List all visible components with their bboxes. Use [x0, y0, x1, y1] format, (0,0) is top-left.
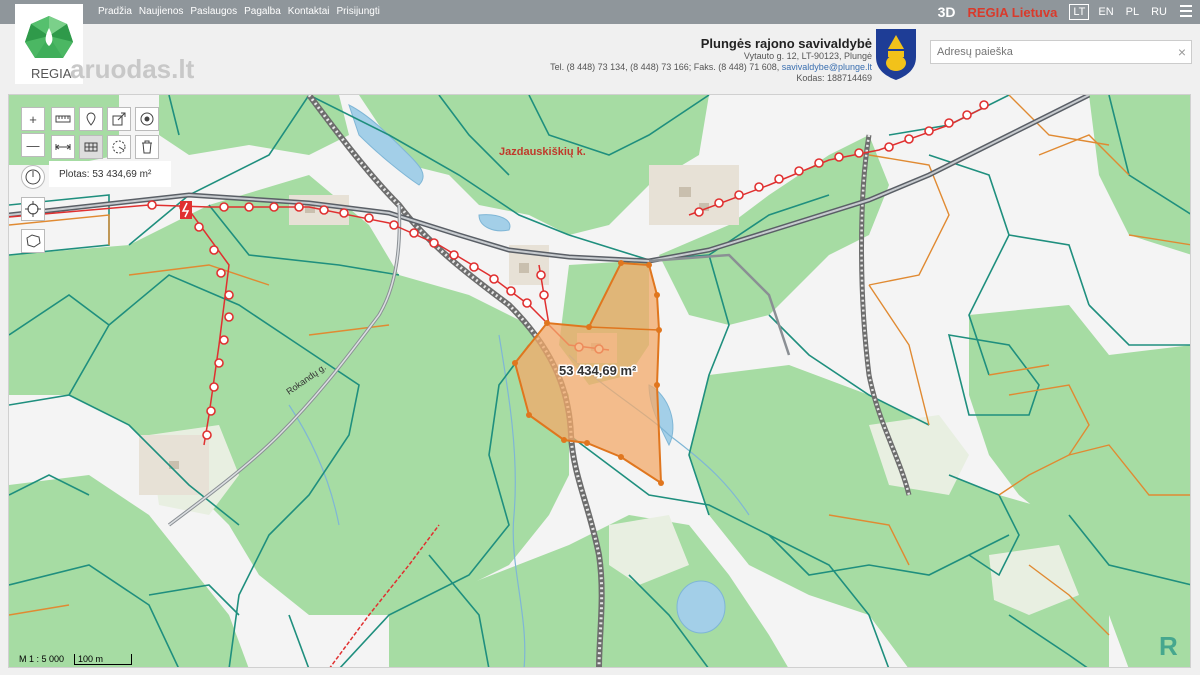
measure-area-icon[interactable] — [79, 135, 103, 159]
marker-icon[interactable] — [79, 107, 103, 131]
municipality-contacts: Tel. (8 448) 73 134, (8 448) 73 166; Fak… — [550, 62, 872, 73]
scale-ratio: M 1 : 5 000 — [19, 654, 65, 664]
header: REGIA aruodas.lt Plungės rajono savivald… — [0, 4, 1200, 94]
measure-length-icon[interactable] — [51, 135, 75, 159]
3d-button[interactable]: 3D — [938, 4, 956, 20]
municipality-phones: Tel. (8 448) 73 134, (8 448) 73 166; Fak… — [550, 62, 780, 72]
substation-icon — [180, 201, 192, 219]
area-result-panel: Plotas: 53 434,69 m² — [49, 161, 171, 187]
nav-paslaugos[interactable]: Paslaugos — [190, 6, 237, 17]
locate-icon[interactable] — [21, 197, 45, 221]
zoom-in-button[interactable]: + — [21, 107, 45, 131]
hamburger-menu-icon[interactable] — [1180, 5, 1192, 20]
measure-radius-icon[interactable] — [107, 135, 131, 159]
measure-distance-icon[interactable] — [51, 107, 75, 131]
regia-brand-link[interactable]: REGIA Lietuva — [968, 5, 1058, 20]
municipality-address: Vytauto g. 12, LT-90123, Plungė — [743, 51, 872, 61]
trash-icon[interactable] — [135, 135, 159, 159]
zoom-out-button[interactable]: — — [21, 133, 45, 157]
municipality-name: Plungės rajono savivaldybė — [700, 36, 872, 51]
nav-kontaktai[interactable]: Kontaktai — [288, 6, 330, 17]
regia-logo-text: REGIA — [31, 66, 72, 81]
top-right: 3D REGIA Lietuva LT EN PL RU — [938, 4, 1170, 20]
coat-of-arms-icon — [876, 29, 916, 80]
lang-pl[interactable]: PL — [1123, 5, 1142, 19]
municipality-code: Kodas: 188714469 — [796, 73, 872, 83]
address-search-input[interactable] — [931, 41, 1161, 63]
nav-naujienos[interactable]: Naujienos — [139, 6, 183, 17]
municipality-email[interactable]: savivaldybe@plunge.lt — [782, 62, 872, 72]
area-measurement-label: 53 434,69 m² — [559, 363, 637, 378]
watermark: aruodas.lt — [70, 54, 195, 84]
lang-ru[interactable]: RU — [1148, 5, 1170, 19]
scale-distance: 100 m — [74, 654, 133, 665]
municipality-info: Plungės rajono savivaldybė Vytauto g. 12… — [550, 36, 872, 84]
lang-lt[interactable]: LT — [1069, 4, 1090, 20]
nav-prisijungti[interactable]: Prisijungti — [337, 6, 380, 17]
nav-pagalba[interactable]: Pagalba — [244, 6, 281, 17]
map-view[interactable]: Jazdauskiškių k. Rokandų g. 53 434,69 m²… — [8, 94, 1191, 668]
village-label: Jazdauskiškių k. — [499, 146, 586, 158]
map-canvas[interactable]: Jazdauskiškių k. Rokandų g. 53 434,69 m²… — [9, 95, 1191, 668]
share-icon[interactable] — [107, 107, 131, 131]
boundary-shape-icon[interactable] — [21, 229, 45, 253]
target-icon[interactable] — [135, 107, 159, 131]
clear-search-icon[interactable]: × — [1178, 44, 1186, 60]
scale-bar: M 1 : 5 000 100 m — [19, 654, 133, 665]
lang-en[interactable]: EN — [1095, 5, 1116, 19]
map-logo-icon: R — [1159, 631, 1178, 661]
svg-text:R: R — [1159, 631, 1178, 661]
top-nav: Pradžia Naujienos Paslaugos Pagalba Kont… — [98, 6, 380, 17]
compass-icon[interactable] — [21, 165, 45, 189]
nav-pradzia[interactable]: Pradžia — [98, 6, 132, 17]
top-bar: Pradžia Naujienos Paslaugos Pagalba Kont… — [0, 0, 1200, 24]
address-search: × — [930, 40, 1192, 64]
